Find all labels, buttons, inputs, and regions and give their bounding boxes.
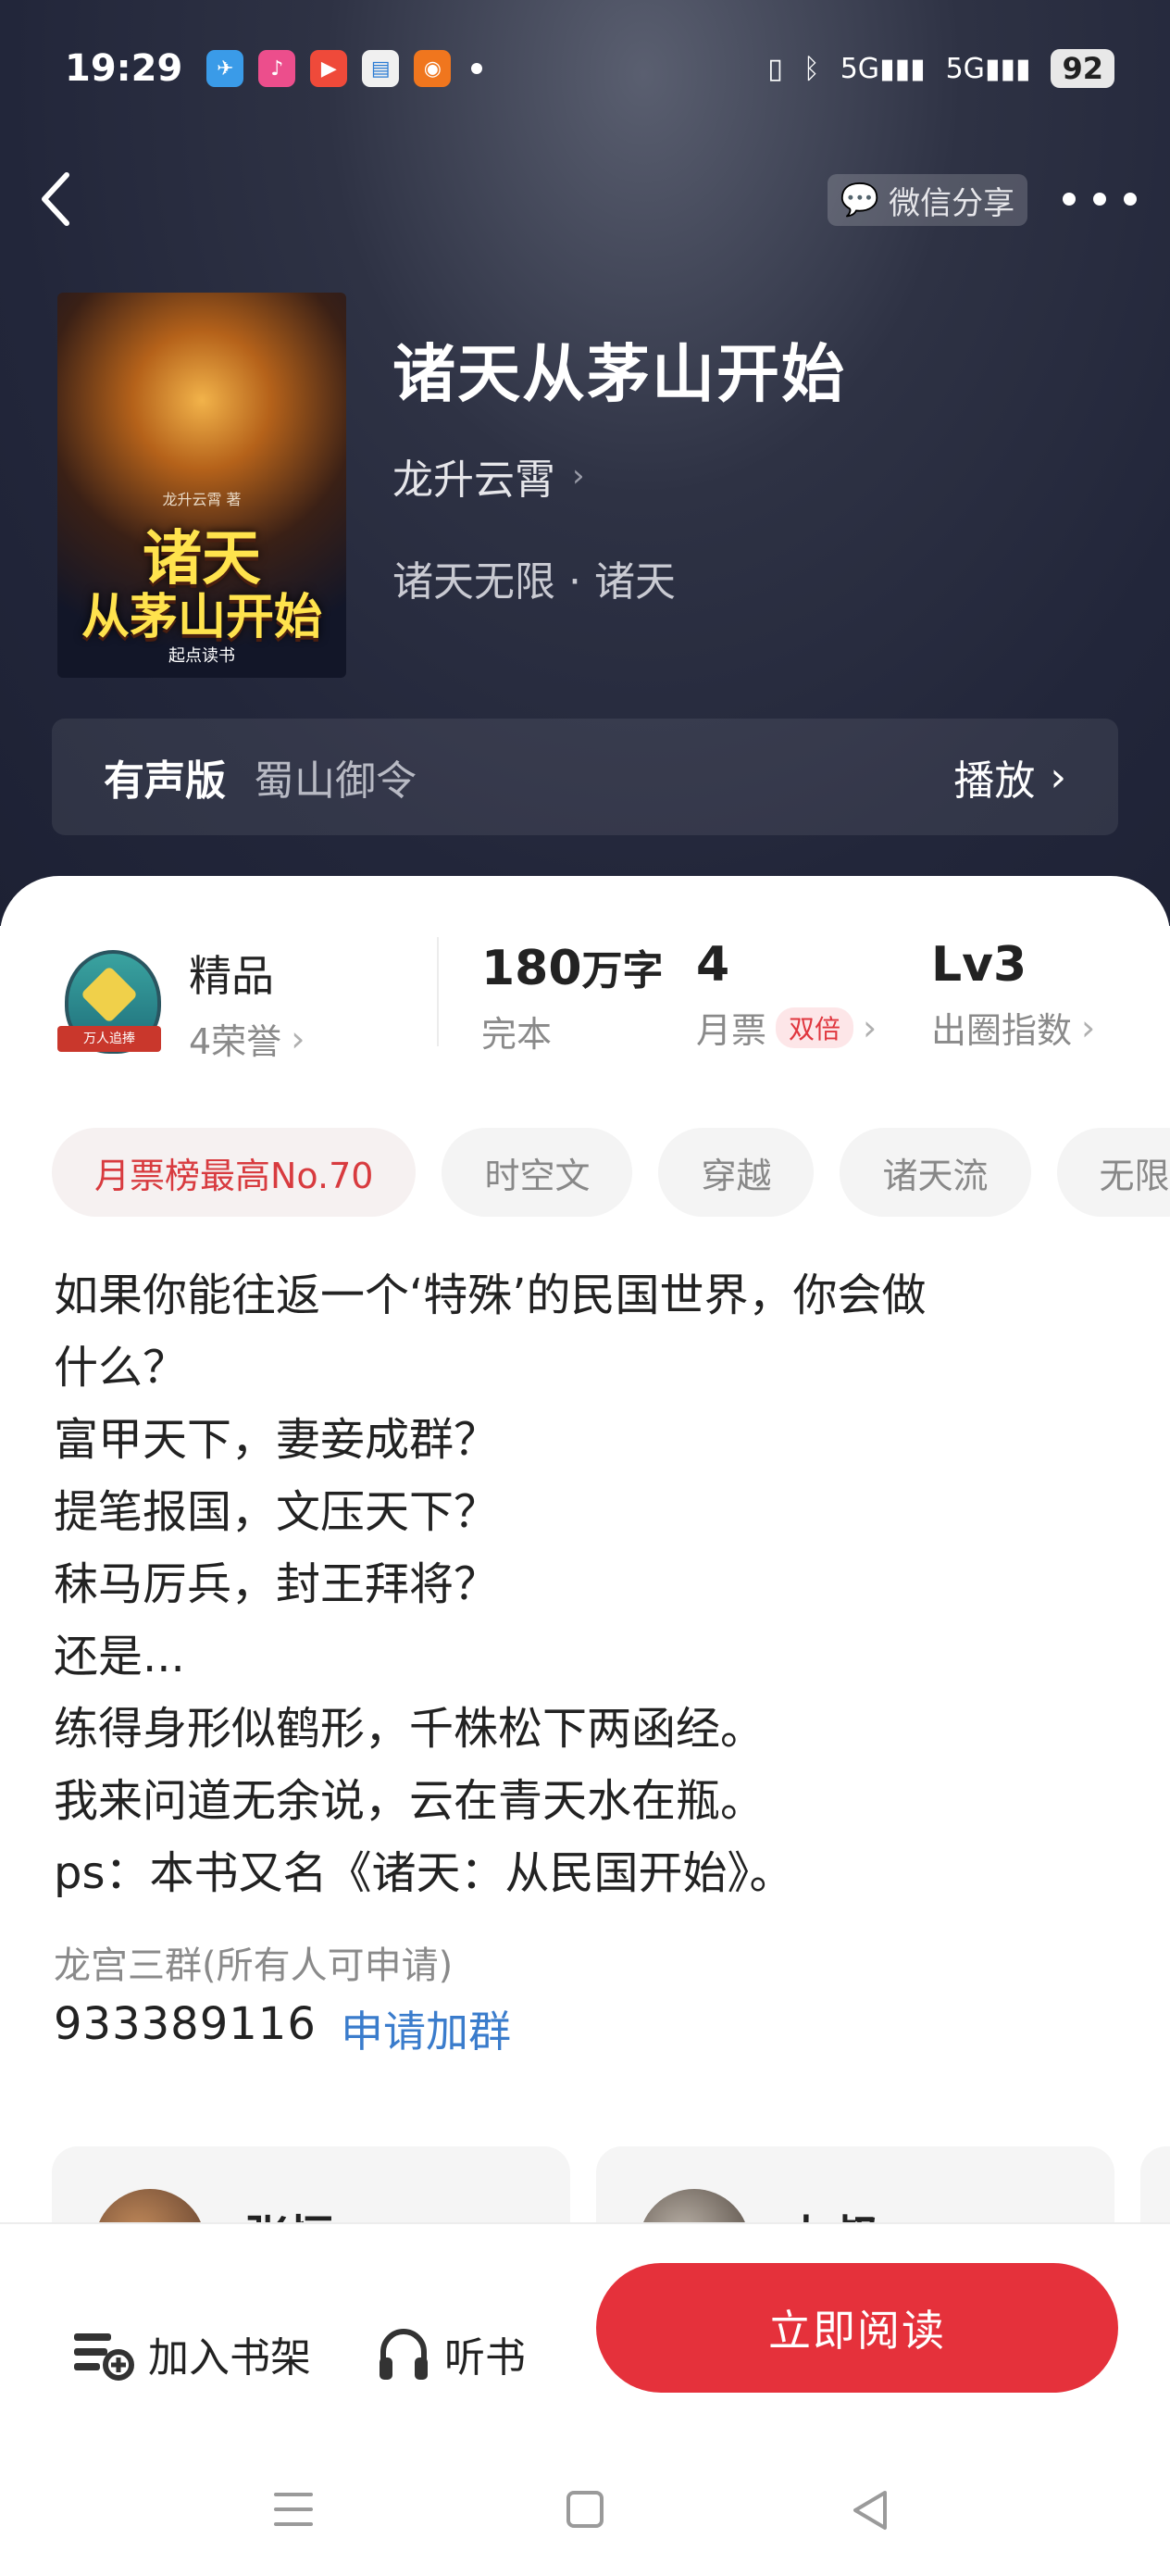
description-line: 我来问道无余说，云在青天水在瓶。 [54,1765,1127,1837]
description-line: 还是... [54,1620,1127,1693]
description-line: 练得身形似鹤形，千株松下两函经。 [54,1693,1127,1765]
book-description: 如果你能往返一个‘特殊’的民国世界，你会做 什么？ 富甲天下，妻妾成群？ 提笔报… [54,1259,1127,1909]
author-name: 龙升云霄 [392,446,555,506]
quality-badge-icon[interactable]: 万人追捧 [57,950,161,1057]
word-unit: 万字 [582,947,664,994]
word-count-stat: 180万字 完本 [481,937,664,1057]
cover-title-line2: 从茅山开始 [57,578,346,647]
add-bookshelf-icon [70,2326,135,2382]
add-to-shelf-label: 加入书架 [148,2324,311,2383]
book-category: 诸天无限 · 诸天 [392,548,676,607]
more-notifications-icon [471,63,482,74]
back-button[interactable] [28,167,83,231]
system-back-button[interactable] [850,2489,890,2532]
chevron-right-icon: › [1050,754,1066,801]
listen-label: 听书 [444,2324,526,2383]
popularity-level-stat[interactable]: Lv3 出圈指数› [931,937,1095,1053]
listen-button[interactable]: 听书 [376,2298,526,2409]
quality-stat[interactable]: 精品 4荣誉› [189,943,305,1064]
more-dots-icon [1063,193,1076,206]
vibrate-icon: ▯ [767,53,783,85]
monthly-votes-stat[interactable]: 4 月票双倍› [696,937,877,1053]
video-app-icon: ▶ [310,50,347,87]
home-button[interactable] [566,2491,604,2528]
wechat-share-button[interactable]: 💬 微信分享 [828,174,1027,226]
audio-narrator: 蜀山御令 [254,747,417,807]
tag-item[interactable]: 无限 [1057,1128,1170,1217]
read-now-button[interactable]: 立即阅读 [596,2263,1118,2393]
signal-icon-2: 5G▮▮▮ [946,53,1031,85]
share-label: 微信分享 [889,178,1014,223]
chevron-right-icon: › [572,457,585,494]
more-options-button[interactable] [1063,176,1137,222]
monthly-votes-count: 4 [696,937,877,993]
tag-rank[interactable]: 月票榜最高No.70 [52,1128,416,1217]
chevron-left-icon [39,171,72,227]
audio-label: 有声版 [104,747,226,807]
author-link[interactable]: 龙升云霄 › [392,446,585,506]
badge-ribbon: 万人追捧 [57,1026,161,1052]
tag-item[interactable]: 诸天流 [840,1128,1030,1217]
chevron-right-icon: › [291,1019,305,1059]
monthly-votes-label: 月票 [696,1002,766,1053]
telegram-icon: ✈ [206,50,243,87]
status-time: 19:29 [65,47,182,90]
shopping-app-icon: ◉ [414,50,451,87]
stat-divider [437,937,439,1046]
fan-group-label: 龙宫三群(所有人可申请) [54,1935,453,1989]
wechat-icon: 💬 [840,181,879,219]
word-count: 180 [481,941,582,996]
headphones-icon [376,2324,431,2383]
tag-item[interactable]: 时空文 [442,1128,632,1217]
app-icon: ♪ [258,50,295,87]
chevron-right-icon: › [863,1007,877,1048]
fan-group-number: 933389116 [54,1998,317,2050]
recent-apps-button[interactable] [274,2493,313,2526]
join-group-link[interactable]: 申请加群 [341,1998,511,2059]
book-header: 19:29 ✈ ♪ ▶ ▤ ◉ ▯ ᛒ 5G▮▮▮ 5G▮▮▮ 92 💬 微信分… [0,0,1170,926]
audiobook-bar[interactable]: 有声版 蜀山御令 播放 › [52,719,1118,835]
description-line: 富甲天下，妻妾成群？ [54,1404,1127,1476]
description-line: 什么？ [54,1332,1127,1404]
status-bar: 19:29 ✈ ♪ ▶ ▤ ◉ ▯ ᛒ 5G▮▮▮ 5G▮▮▮ 92 [65,41,1114,96]
level-label: 出圈指数 [931,1002,1072,1053]
wallet-app-icon: ▤ [362,50,399,87]
completion-status: 完本 [481,1006,664,1057]
description-line: ps：本书又名《诸天：从民国开始》。 [54,1837,1127,1909]
cover-publisher: 起点读书 [57,643,346,667]
bluetooth-icon: ᛒ [803,53,820,85]
battery-indicator: 92 [1051,49,1114,88]
level-value: Lv3 [931,937,1095,993]
chevron-right-icon: › [1081,1007,1095,1048]
add-to-shelf-button[interactable]: 加入书架 [70,2298,311,2409]
description-line: 提笔报国，文压天下？ [54,1476,1127,1548]
description-line: 秣马厉兵，封王拜将？ [54,1548,1127,1620]
signal-icon-1: 5G▮▮▮ [840,53,926,85]
book-title: 诸天从茅山开始 [392,323,846,415]
tag-list: 月票榜最高No.70 时空文 穿越 诸天流 无限 [52,1128,1170,1217]
honors-count: 4荣誉 [189,1013,281,1064]
book-cover[interactable]: 龙升云霄 著 诸天 从茅山开始 起点读书 [57,293,346,678]
tag-item[interactable]: 穿越 [658,1128,814,1217]
double-badge: 双倍 [776,1007,853,1048]
cover-author: 龙升云霄 著 [57,487,346,509]
description-line: 如果你能往返一个‘特殊’的民国世界，你会做 [54,1259,1127,1332]
quality-title: 精品 [189,943,305,1004]
system-nav-bar [0,2463,1170,2556]
play-button[interactable]: 播放 › [953,747,1066,807]
status-indicators: ▯ ᛒ 5G▮▮▮ 5G▮▮▮ 92 [767,49,1114,88]
